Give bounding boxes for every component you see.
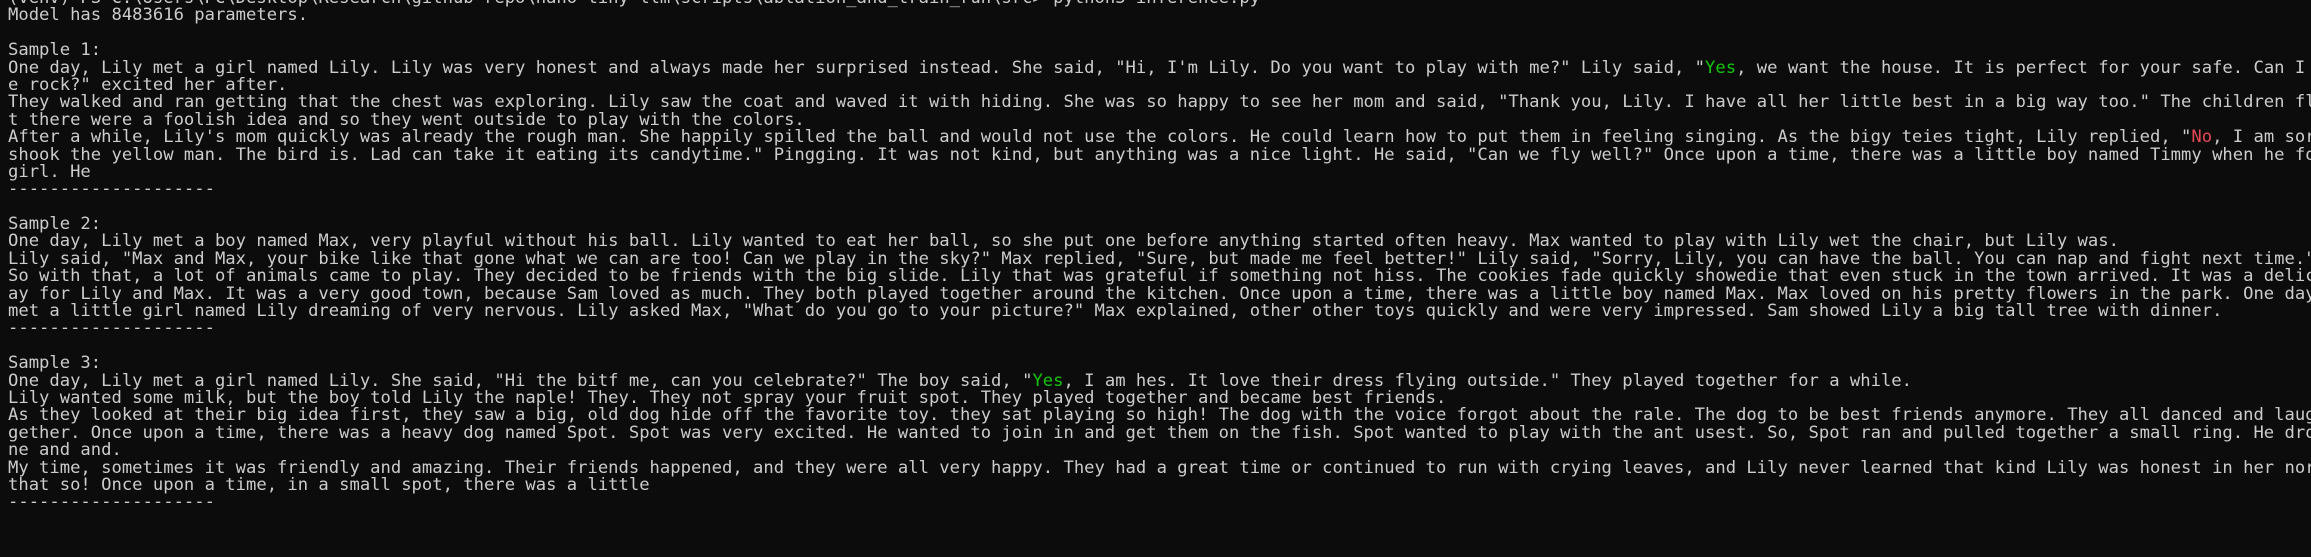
terminal-line: shook the yellow man. The bird is. Lad c… — [8, 146, 2311, 164]
terminal-line: (venv) PS C:\Users\PC\Desktop\Research\g… — [8, 0, 2307, 7]
terminal-text: gether. Once upon a time, there was a he… — [8, 422, 2311, 443]
terminal-text: , we want the house. It is perfect for y… — [1736, 57, 2306, 78]
terminal-line: -------------------- — [8, 181, 2307, 198]
terminal-scrollbar[interactable] — [2307, 0, 2311, 557]
terminal-line: gether. Once upon a time, there was a he… — [8, 424, 2311, 442]
terminal-line: girl. He — [8, 163, 2307, 181]
terminal-line: -------------------- — [8, 494, 2307, 511]
terminal-line: One day, Lily met a girl named Lily. Lil… — [8, 57, 2307, 78]
terminal-line: that so! Once upon a time, in a small sp… — [8, 476, 2307, 494]
terminal-window[interactable]: (venv) PS C:\Users\PC\Desktop\Research\g… — [0, 0, 2311, 547]
terminal-text: -------------------- — [8, 179, 215, 200]
terminal-text: -------------------- — [8, 318, 215, 339]
terminal-line: met a little girl named Lily dreaming of… — [8, 301, 2307, 322]
terminal-text: Model has 8483616 parameters. — [8, 5, 309, 26]
terminal-text: shook the yellow man. The bird is. Lad c… — [8, 144, 2311, 165]
highlighted-word-green: Yes — [1705, 57, 1737, 78]
terminal-text: met a little girl named Lily dreaming of… — [8, 301, 2223, 322]
terminal-text: -------------------- — [8, 492, 215, 513]
terminal-line: Model has 8483616 parameters. — [8, 7, 2307, 24]
terminal-line: -------------------- — [8, 320, 2307, 337]
